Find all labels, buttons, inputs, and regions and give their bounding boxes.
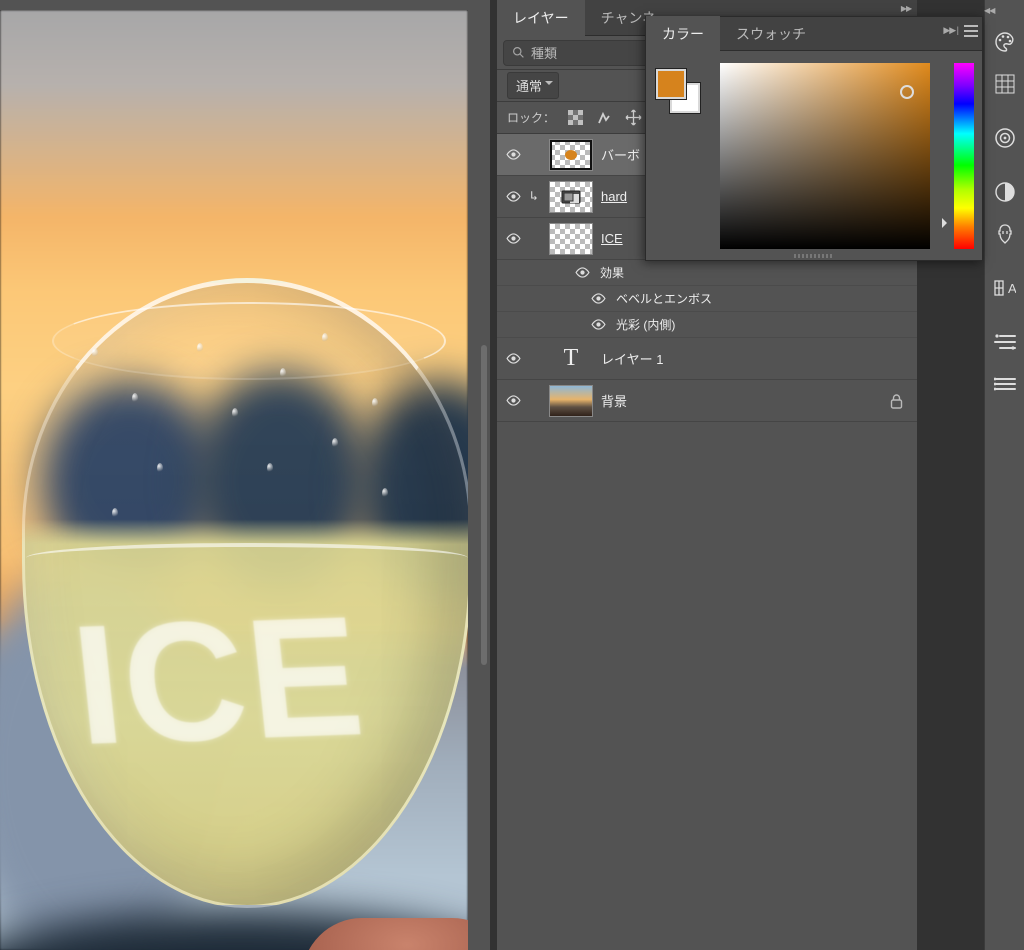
visibility-toggle[interactable] — [503, 395, 523, 406]
fg-bg-swatch[interactable] — [656, 69, 702, 115]
swatches-panel-icon[interactable] — [990, 69, 1020, 99]
tab-layers[interactable]: レイヤー — [497, 0, 585, 36]
wine-glass: ICE — [22, 278, 468, 950]
hue-pointer-icon[interactable] — [942, 218, 952, 228]
canvas-scrollbar-vertical[interactable] — [481, 345, 487, 665]
lock-image-icon[interactable] — [596, 109, 613, 126]
right-icon-rail: ▶▶ A — [984, 0, 1024, 950]
clip-indicator-icon: ↳ — [527, 189, 541, 204]
tab-swatches[interactable]: スウォッチ — [720, 16, 822, 52]
eye-icon — [575, 267, 590, 278]
lock-icon — [890, 394, 903, 409]
ice-text-layer: ICE — [64, 578, 373, 784]
fx-inner-glow[interactable]: 光彩 (内側) — [497, 312, 917, 338]
layer-thumbnail[interactable] — [549, 385, 593, 417]
text-layer-icon: T — [549, 343, 593, 375]
foreground-swatch[interactable] — [656, 69, 686, 99]
canvas-area[interactable]: ICE — [0, 0, 490, 950]
layer-thumbnail[interactable] — [549, 181, 593, 213]
color-panel-icon[interactable] — [990, 27, 1020, 57]
visibility-toggle[interactable] — [503, 149, 523, 160]
panel-menu-icon[interactable] — [964, 25, 978, 37]
document-canvas[interactable]: ICE — [0, 10, 468, 950]
sv-cursor[interactable] — [900, 85, 914, 99]
fx-bevel[interactable]: ベベルとエンボス — [497, 286, 917, 312]
expand-rail-icon[interactable]: ▶▶ — [985, 6, 999, 15]
adjustments-panel-icon[interactable] — [990, 177, 1020, 207]
layer-name[interactable]: hard — [601, 189, 627, 204]
saturation-value-field[interactable] — [720, 63, 930, 249]
layer-name[interactable]: 背景 — [601, 391, 627, 410]
svg-text:A: A — [1008, 281, 1016, 296]
libraries-panel-icon[interactable] — [990, 123, 1020, 153]
visibility-toggle[interactable] — [503, 233, 523, 244]
collapse-panel-icon[interactable]: ▶▶ | — [943, 25, 958, 36]
eye-icon — [506, 233, 521, 244]
lock-transparent-pixels-icon[interactable] — [567, 109, 584, 126]
layer-name[interactable]: バーボ — [601, 145, 640, 164]
visibility-toggle[interactable] — [503, 191, 523, 202]
color-panel: カラー スウォッチ ▶▶ | — [645, 16, 983, 261]
layer-name[interactable]: ICE — [601, 231, 623, 246]
fx-header[interactable]: 効果 — [497, 260, 917, 286]
color-panel-tabs: カラー スウォッチ ▶▶ | — [646, 17, 982, 51]
layer-row-text1[interactable]: T レイヤー 1 — [497, 338, 917, 380]
eye-icon — [591, 319, 606, 330]
styles-panel-icon[interactable] — [990, 219, 1020, 249]
eye-icon — [506, 353, 521, 364]
hue-slider[interactable] — [954, 63, 974, 249]
visibility-toggle[interactable] — [503, 353, 523, 364]
eye-icon — [506, 149, 521, 160]
layer-row-background[interactable]: 背景 — [497, 380, 917, 422]
character-panel-icon[interactable]: A — [990, 273, 1020, 303]
filter-placeholder: 種類 — [531, 43, 557, 62]
layer-name[interactable]: レイヤー 1 — [601, 349, 663, 368]
lock-position-icon[interactable] — [625, 109, 642, 126]
blend-mode-select[interactable]: 通常 — [507, 72, 559, 99]
layer-thumbnail[interactable] — [549, 139, 593, 171]
finger — [302, 918, 468, 950]
eye-icon — [506, 395, 521, 406]
layer-thumbnail[interactable] — [549, 223, 593, 255]
paragraph-panel-icon[interactable] — [990, 327, 1020, 357]
lock-label: ロック： — [507, 109, 555, 126]
brushes-panel-icon[interactable] — [990, 369, 1020, 399]
eye-icon — [591, 293, 606, 304]
panel-resize-grip[interactable] — [794, 254, 834, 258]
search-icon — [512, 46, 525, 59]
tab-color[interactable]: カラー — [646, 16, 720, 52]
smart-object-badge-icon — [561, 190, 581, 204]
eye-icon — [506, 191, 521, 202]
